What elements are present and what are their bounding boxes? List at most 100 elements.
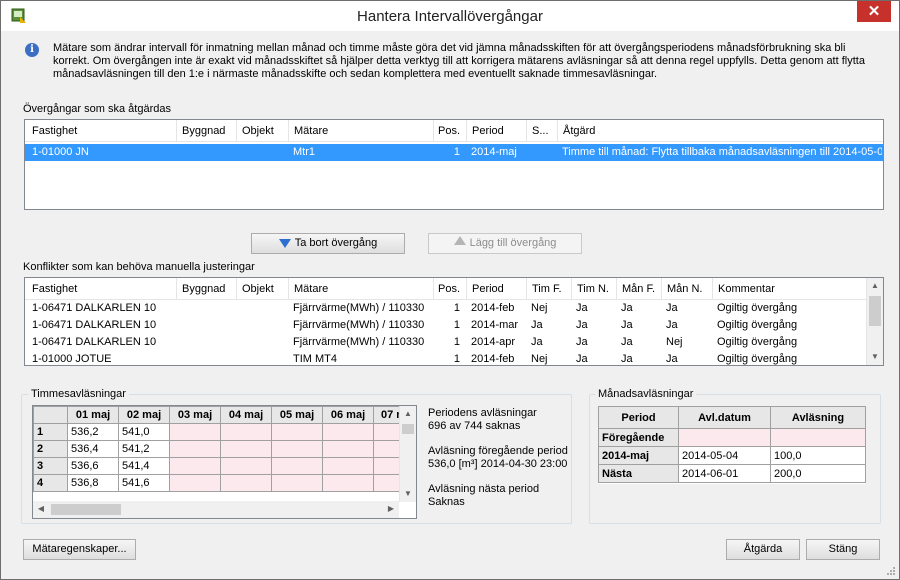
table-row[interactable]: 1-06471 DALKARLEN 10 Fjärrvärme(MWh) / 1… (25, 300, 883, 317)
column-header[interactable]: Objekt (236, 120, 288, 142)
remove-transition-button[interactable]: Ta bort övergång (251, 233, 405, 254)
grid-cell[interactable]: 536,8 (67, 474, 119, 492)
hourly-grid[interactable]: 01 maj 02 maj 03 maj 04 maj 05 maj 06 ma… (32, 405, 417, 519)
grid-cell[interactable] (271, 474, 323, 492)
scroll-thumb[interactable] (402, 424, 414, 434)
column-header[interactable]: Objekt (236, 278, 288, 300)
column-header[interactable]: Mätare (288, 120, 433, 142)
next-reading-value: Saknas (428, 496, 465, 508)
cell-period: 2014-feb (471, 302, 515, 314)
table-row[interactable]: 1-06471 DALKARLEN 10 Fjärrvärme(MWh) / 1… (25, 317, 883, 334)
grid-cell[interactable]: 541,0 (118, 423, 170, 441)
column-header[interactable]: Avl.datum (678, 406, 771, 429)
scroll-left-icon[interactable]: ◀ (33, 501, 49, 517)
column-header[interactable]: Fastighet (32, 120, 172, 142)
row-header[interactable]: 2014-maj (598, 446, 679, 465)
monthly-grid[interactable]: Period Avl.datum Avläsning Föregående 20… (598, 406, 866, 484)
grid-cell[interactable] (271, 457, 323, 475)
grid-cell[interactable] (169, 474, 221, 492)
scroll-down-icon[interactable]: ▼ (400, 486, 416, 502)
table-row[interactable]: 1-01000 JOTUE TIM MT4 1 2014-feb Nej Ja … (25, 351, 883, 365)
conflicts-list[interactable]: Fastighet Byggnad Objekt Mätare Pos. Per… (24, 277, 884, 366)
grid-cell[interactable]: 541,4 (118, 457, 170, 475)
grid-cell[interactable] (770, 428, 866, 447)
scroll-right-icon[interactable]: ▶ (383, 501, 399, 517)
grid-cell[interactable] (169, 440, 221, 458)
grid-cell[interactable] (271, 440, 323, 458)
column-header[interactable]: Tim F. (526, 278, 571, 300)
column-header[interactable]: 06 maj (322, 406, 374, 424)
grid-cell[interactable] (322, 423, 374, 441)
grid-cell[interactable]: 100,0 (770, 446, 866, 465)
column-header[interactable]: Mån N. (661, 278, 712, 300)
column-header[interactable]: Mån F. (616, 278, 661, 300)
scroll-down-icon[interactable]: ▼ (867, 349, 883, 365)
close-icon[interactable]: ✕ (857, 1, 891, 22)
grid-cell[interactable]: 2014-06-01 (678, 464, 771, 483)
column-header[interactable]: Byggnad (176, 120, 236, 142)
column-header[interactable]: 05 maj (271, 406, 323, 424)
add-transition-button[interactable]: Lägg till övergång (428, 233, 582, 254)
column-header[interactable]: Mätare (288, 278, 433, 300)
grid-cell[interactable] (220, 474, 272, 492)
row-header[interactable]: 1 (33, 423, 68, 441)
column-header[interactable]: Fastighet (32, 278, 172, 300)
grid-cell[interactable] (678, 428, 771, 447)
grid-cell[interactable]: 541,6 (118, 474, 170, 492)
column-header[interactable]: 01 maj (67, 406, 119, 424)
grid-cell[interactable]: 200,0 (770, 464, 866, 483)
transitions-list[interactable]: Fastighet Byggnad Objekt Mätare Pos. Per… (24, 119, 884, 210)
table-row[interactable]: 1-01000 JN Mtr1 1 2014-maj Timme till må… (25, 144, 883, 161)
column-header[interactable]: 03 maj (169, 406, 221, 424)
prev-reading-value: 536,0 [m³] 2014-04-30 23:00 (428, 458, 568, 470)
fix-button[interactable]: Åtgärda (726, 539, 800, 560)
column-header[interactable]: Byggnad (176, 278, 236, 300)
column-header[interactable]: 04 maj (220, 406, 272, 424)
grid-cell[interactable] (271, 423, 323, 441)
hourly-vscrollbar[interactable]: ▲ ▼ (399, 406, 416, 502)
scroll-thumb[interactable] (869, 296, 881, 326)
grid-cell[interactable] (220, 457, 272, 475)
row-header[interactable]: 3 (33, 457, 68, 475)
conflicts-scrollbar[interactable]: ▲ ▼ (866, 278, 883, 365)
grid-cell[interactable] (220, 440, 272, 458)
close-button[interactable]: Stäng (806, 539, 880, 560)
cell-fastighet: 1-06471 DALKARLEN 10 (32, 336, 157, 348)
column-header[interactable]: Pos. (433, 120, 465, 142)
grid-cell[interactable]: 2014-05-04 (678, 446, 771, 465)
column-header[interactable]: Period (598, 406, 679, 429)
conflicts-header: Fastighet Byggnad Objekt Mätare Pos. Per… (25, 278, 883, 300)
cell-matare: Fjärrvärme(MWh) / 110330 (293, 302, 425, 314)
grid-cell[interactable]: 536,2 (67, 423, 119, 441)
column-header[interactable]: Avläsning (770, 406, 866, 429)
column-header[interactable]: S... (526, 120, 557, 142)
column-header[interactable]: Tim N. (571, 278, 616, 300)
grid-cell[interactable] (322, 457, 374, 475)
hourly-hscrollbar[interactable]: ◀ ▶ (33, 501, 399, 518)
grid-cell[interactable] (322, 440, 374, 458)
meter-properties-button[interactable]: Mätaregenskaper... (23, 539, 136, 560)
grid-cell[interactable]: 536,4 (67, 440, 119, 458)
row-header[interactable]: Föregående (598, 428, 679, 447)
grid-cell[interactable] (169, 423, 221, 441)
grid-cell[interactable] (322, 474, 374, 492)
grid-cell[interactable]: 536,6 (67, 457, 119, 475)
grid-cell[interactable] (169, 457, 221, 475)
resize-grip-icon[interactable] (886, 566, 896, 576)
row-header[interactable]: 2 (33, 440, 68, 458)
table-row[interactable]: 1-06471 DALKARLEN 10 Fjärrvärme(MWh) / 1… (25, 334, 883, 351)
row-header[interactable]: 4 (33, 474, 68, 492)
column-header[interactable]: Period (466, 120, 526, 142)
column-header[interactable]: Period (466, 278, 526, 300)
column-header[interactable]: Pos. (433, 278, 465, 300)
grid-cell[interactable] (220, 423, 272, 441)
scroll-thumb[interactable] (51, 504, 121, 515)
column-header[interactable]: Åtgärd (557, 120, 877, 142)
scroll-up-icon[interactable]: ▲ (400, 406, 416, 422)
column-header[interactable]: Kommentar (712, 278, 867, 300)
row-header[interactable]: Nästa (598, 464, 679, 483)
grid-cell[interactable]: 541,2 (118, 440, 170, 458)
column-header[interactable]: 02 maj (118, 406, 170, 424)
scroll-up-icon[interactable]: ▲ (867, 278, 883, 294)
table-row: Föregående (598, 428, 866, 447)
